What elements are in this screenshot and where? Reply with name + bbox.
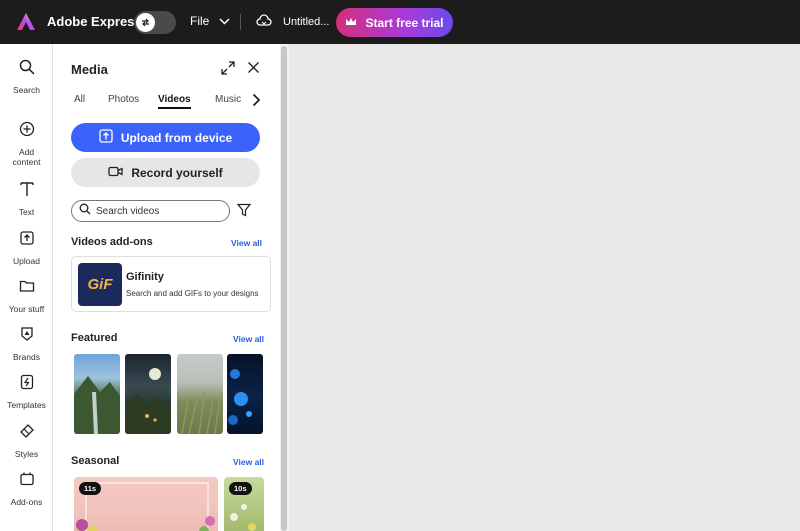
start-free-trial-label: Start free trial [365, 15, 444, 30]
featured-video-thumbnail[interactable] [177, 354, 223, 434]
expand-icon[interactable] [221, 61, 235, 80]
rail-label: Templates [7, 400, 46, 410]
rail-item-your-stuff[interactable]: Your stuff [0, 278, 53, 314]
styles-icon [19, 423, 35, 444]
app-name: Adobe Express [47, 14, 142, 29]
addon-description: Search and add GIFs to your designs [126, 289, 259, 298]
tab-music[interactable]: Music [215, 94, 241, 105]
rail-item-text[interactable]: Text [0, 181, 53, 217]
rail-label: Search [13, 85, 40, 95]
file-menu-label: File [190, 14, 210, 28]
record-yourself-button[interactable]: Record yourself [71, 158, 260, 187]
addons-section-title: Videos add-ons [71, 236, 153, 248]
record-label: Record yourself [131, 165, 223, 180]
rail-label: Brands [13, 352, 40, 362]
scrollbar-thumb[interactable] [281, 46, 287, 531]
chevron-down-icon [219, 14, 230, 28]
adobe-express-logo-icon[interactable] [16, 12, 36, 32]
rail-item-upload[interactable]: Upload [0, 230, 53, 266]
upload-icon [99, 129, 113, 146]
start-free-trial-button[interactable]: Start free trial [336, 8, 453, 37]
text-icon [19, 181, 35, 202]
seasonal-video-thumbnail[interactable]: 11s [74, 477, 218, 531]
rail-item-brands[interactable]: Brands [0, 326, 53, 362]
search-icon [19, 59, 35, 80]
search-videos-box [71, 200, 230, 222]
featured-video-thumbnail[interactable] [74, 354, 120, 434]
filter-icon[interactable] [236, 203, 252, 222]
brands-icon [19, 326, 35, 347]
chevron-right-icon[interactable] [251, 93, 261, 112]
templates-icon [19, 374, 35, 395]
media-panel: Media All Photos Videos Music Upload fro… [53, 44, 280, 531]
plus-circle-icon [19, 121, 35, 142]
cloud-sync-icon[interactable] [256, 14, 272, 33]
search-icon [79, 202, 91, 220]
featured-view-all-link[interactable]: View all [233, 334, 264, 344]
swap-icon [136, 13, 155, 32]
topbar-divider [240, 14, 241, 30]
gifinity-logo: GiF [78, 263, 122, 306]
design-canvas-area[interactable] [289, 44, 800, 531]
upload-icon [19, 230, 35, 251]
left-rail: Search Add content Text Upload Your stuf… [0, 44, 53, 531]
video-camera-icon [108, 166, 123, 180]
search-videos-input[interactable] [96, 205, 216, 217]
seasonal-video-thumbnail[interactable]: 10s [224, 477, 264, 531]
rail-label: Text [18, 207, 35, 217]
seasonal-section-title: Seasonal [71, 455, 120, 467]
upload-label: Upload from device [120, 130, 233, 145]
tab-photos[interactable]: Photos [108, 94, 139, 105]
duration-badge: 10s [229, 482, 252, 495]
panel-title: Media [71, 62, 108, 77]
rail-item-styles[interactable]: Styles [0, 423, 53, 459]
upload-from-device-button[interactable]: Upload from device [71, 123, 260, 152]
crown-icon [345, 16, 357, 30]
document-title[interactable]: Untitled... [283, 16, 329, 28]
duration-badge: 11s [79, 482, 102, 495]
addon-name: Gifinity [126, 271, 164, 283]
featured-video-thumbnail[interactable] [227, 354, 263, 434]
tab-all[interactable]: All [74, 94, 85, 105]
rail-item-add-content[interactable]: Add content [0, 121, 53, 167]
close-icon[interactable] [247, 61, 260, 79]
rail-label: Add content [12, 147, 41, 167]
rail-item-add-ons[interactable]: Add-ons [0, 471, 53, 507]
tab-videos[interactable]: Videos [158, 94, 191, 109]
rail-label: Styles [14, 449, 39, 459]
file-menu[interactable]: File [190, 14, 230, 28]
top-bar: Adobe Express File Untitled... Start fre… [0, 0, 800, 44]
rail-label: Your stuff [8, 304, 45, 314]
addon-card-gifinity[interactable]: GiF Gifinity Search and add GIFs to your… [71, 256, 271, 312]
featured-section-title: Featured [71, 332, 118, 344]
rail-item-search[interactable]: Search [0, 59, 53, 95]
add-ons-icon [19, 471, 35, 492]
mode-toggle[interactable] [134, 11, 176, 34]
rail-label: Upload [13, 256, 40, 266]
seasonal-view-all-link[interactable]: View all [233, 457, 264, 467]
rail-label: Add-ons [10, 497, 43, 507]
panel-scrollbar[interactable] [280, 44, 289, 531]
addons-view-all-link[interactable]: View all [231, 238, 262, 248]
folder-icon [19, 278, 35, 299]
featured-video-thumbnail[interactable] [125, 354, 171, 434]
rail-item-templates[interactable]: Templates [0, 374, 53, 410]
